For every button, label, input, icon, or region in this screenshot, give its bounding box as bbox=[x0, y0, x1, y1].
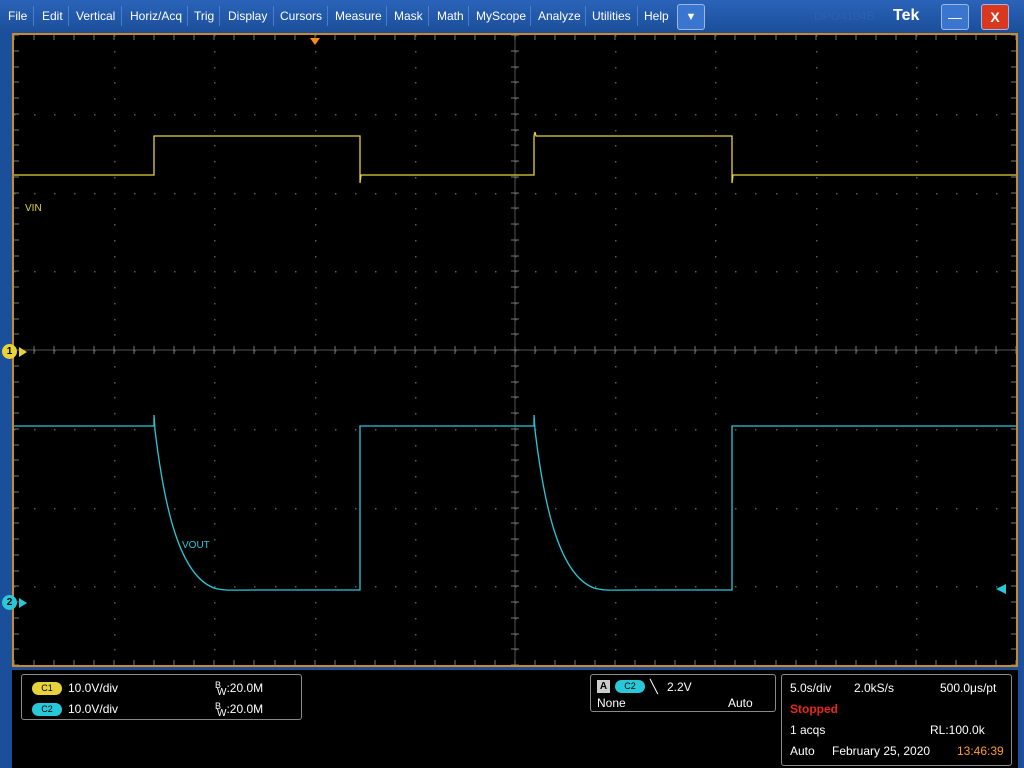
ch2-marker-arrow-icon bbox=[19, 598, 27, 608]
ch1-badge[interactable]: C1 bbox=[32, 682, 62, 695]
ch2-scale: 10.0V/div bbox=[68, 702, 119, 716]
ch1-label: VIN bbox=[25, 203, 42, 214]
acquisition-mode: Auto bbox=[790, 744, 815, 758]
menu-math[interactable]: Math bbox=[437, 0, 464, 32]
dropdown-arrow-icon[interactable]: ▼ bbox=[677, 4, 705, 30]
ch1-ground-marker[interactable]: 1 bbox=[2, 344, 17, 359]
menu-help[interactable]: Help bbox=[644, 0, 669, 32]
ch2-bandwidth: BW:20.0M bbox=[215, 701, 264, 719]
menu-separator bbox=[386, 6, 387, 26]
trigger-mode-tag: A bbox=[597, 680, 610, 693]
menu-separator bbox=[585, 6, 586, 26]
menu-separator bbox=[637, 6, 638, 26]
ch1-marker-arrow-icon bbox=[19, 347, 27, 357]
date: February 25, 2020 bbox=[832, 744, 931, 758]
menu-separator bbox=[187, 6, 188, 26]
menu-separator bbox=[273, 6, 274, 26]
ch2-label: VOUT bbox=[182, 540, 210, 551]
minimize-icon[interactable]: — bbox=[941, 4, 969, 30]
brand-logo: Tek bbox=[893, 7, 920, 24]
trigger-coupling: None bbox=[597, 696, 626, 710]
menu-separator bbox=[121, 6, 122, 26]
menu-separator bbox=[33, 6, 34, 26]
ch2-badge[interactable]: C2 bbox=[32, 703, 62, 716]
timebase: 5.0s/div bbox=[790, 681, 832, 695]
trigger-source-badge: C2 bbox=[615, 680, 645, 693]
model-watermark: DPO4104B bbox=[814, 9, 875, 23]
menu-separator bbox=[327, 6, 328, 26]
trigger-sweep: Auto bbox=[728, 696, 753, 710]
readout-area: C1 10.0V/div BW:20.0M C2 10.0V/div BW:20… bbox=[12, 670, 1018, 768]
menu-measure[interactable]: Measure bbox=[335, 0, 382, 32]
acquisition-readout-panel[interactable]: 5.0s/div 2.0kS/s 500.0μs/pt Stopped 1 ac… bbox=[781, 674, 1012, 766]
ch2-offset-arrow-icon bbox=[996, 584, 1006, 594]
close-icon[interactable]: X bbox=[981, 4, 1009, 30]
acquisition-count: 1 acqs bbox=[790, 723, 826, 737]
menu-separator bbox=[468, 6, 469, 26]
menu-trig[interactable]: Trig bbox=[194, 0, 214, 32]
time: 13:46:39 bbox=[957, 744, 1004, 758]
record-length: RL:100.0k bbox=[930, 723, 985, 737]
ch2-ground-marker[interactable]: 2 bbox=[2, 595, 17, 610]
menu-separator bbox=[68, 6, 69, 26]
waveform-display[interactable]: VIN VOUT bbox=[12, 33, 1018, 667]
trigger-position-marker-icon[interactable] bbox=[310, 38, 320, 45]
menu-horiz-acq[interactable]: Horiz/Acq bbox=[130, 0, 182, 32]
acquisition-status: Stopped bbox=[790, 702, 838, 716]
menu-display[interactable]: Display bbox=[228, 0, 267, 32]
menu-bar: File Edit Vertical Horiz/Acq Trig Displa… bbox=[0, 0, 1024, 32]
menu-edit[interactable]: Edit bbox=[42, 0, 63, 32]
graticule-grid bbox=[14, 35, 1016, 665]
ch1-scale: 10.0V/div bbox=[68, 681, 119, 695]
menu-file[interactable]: File bbox=[8, 0, 27, 32]
menu-separator bbox=[219, 6, 220, 26]
trigger-slope-icon: ╲ bbox=[650, 679, 658, 694]
menu-vertical[interactable]: Vertical bbox=[76, 0, 115, 32]
trigger-readout-panel[interactable]: A C2 ╲ 2.2V None Auto bbox=[590, 674, 776, 712]
menu-analyze[interactable]: Analyze bbox=[538, 0, 581, 32]
time-per-point: 500.0μs/pt bbox=[940, 681, 997, 695]
menu-utilities[interactable]: Utilities bbox=[592, 0, 631, 32]
menu-mask[interactable]: Mask bbox=[394, 0, 423, 32]
ch1-bandwidth: BW:20.0M bbox=[215, 680, 264, 698]
menu-separator bbox=[428, 6, 429, 26]
menu-separator bbox=[530, 6, 531, 26]
graticule: VIN VOUT bbox=[14, 35, 1016, 665]
channel-readout-panel[interactable]: C1 10.0V/div BW:20.0M C2 10.0V/div BW:20… bbox=[21, 674, 302, 720]
trigger-level: 2.2V bbox=[667, 680, 692, 694]
sample-rate: 2.0kS/s bbox=[854, 681, 895, 695]
menu-myscope[interactable]: MyScope bbox=[476, 0, 526, 32]
menu-cursors[interactable]: Cursors bbox=[280, 0, 322, 32]
